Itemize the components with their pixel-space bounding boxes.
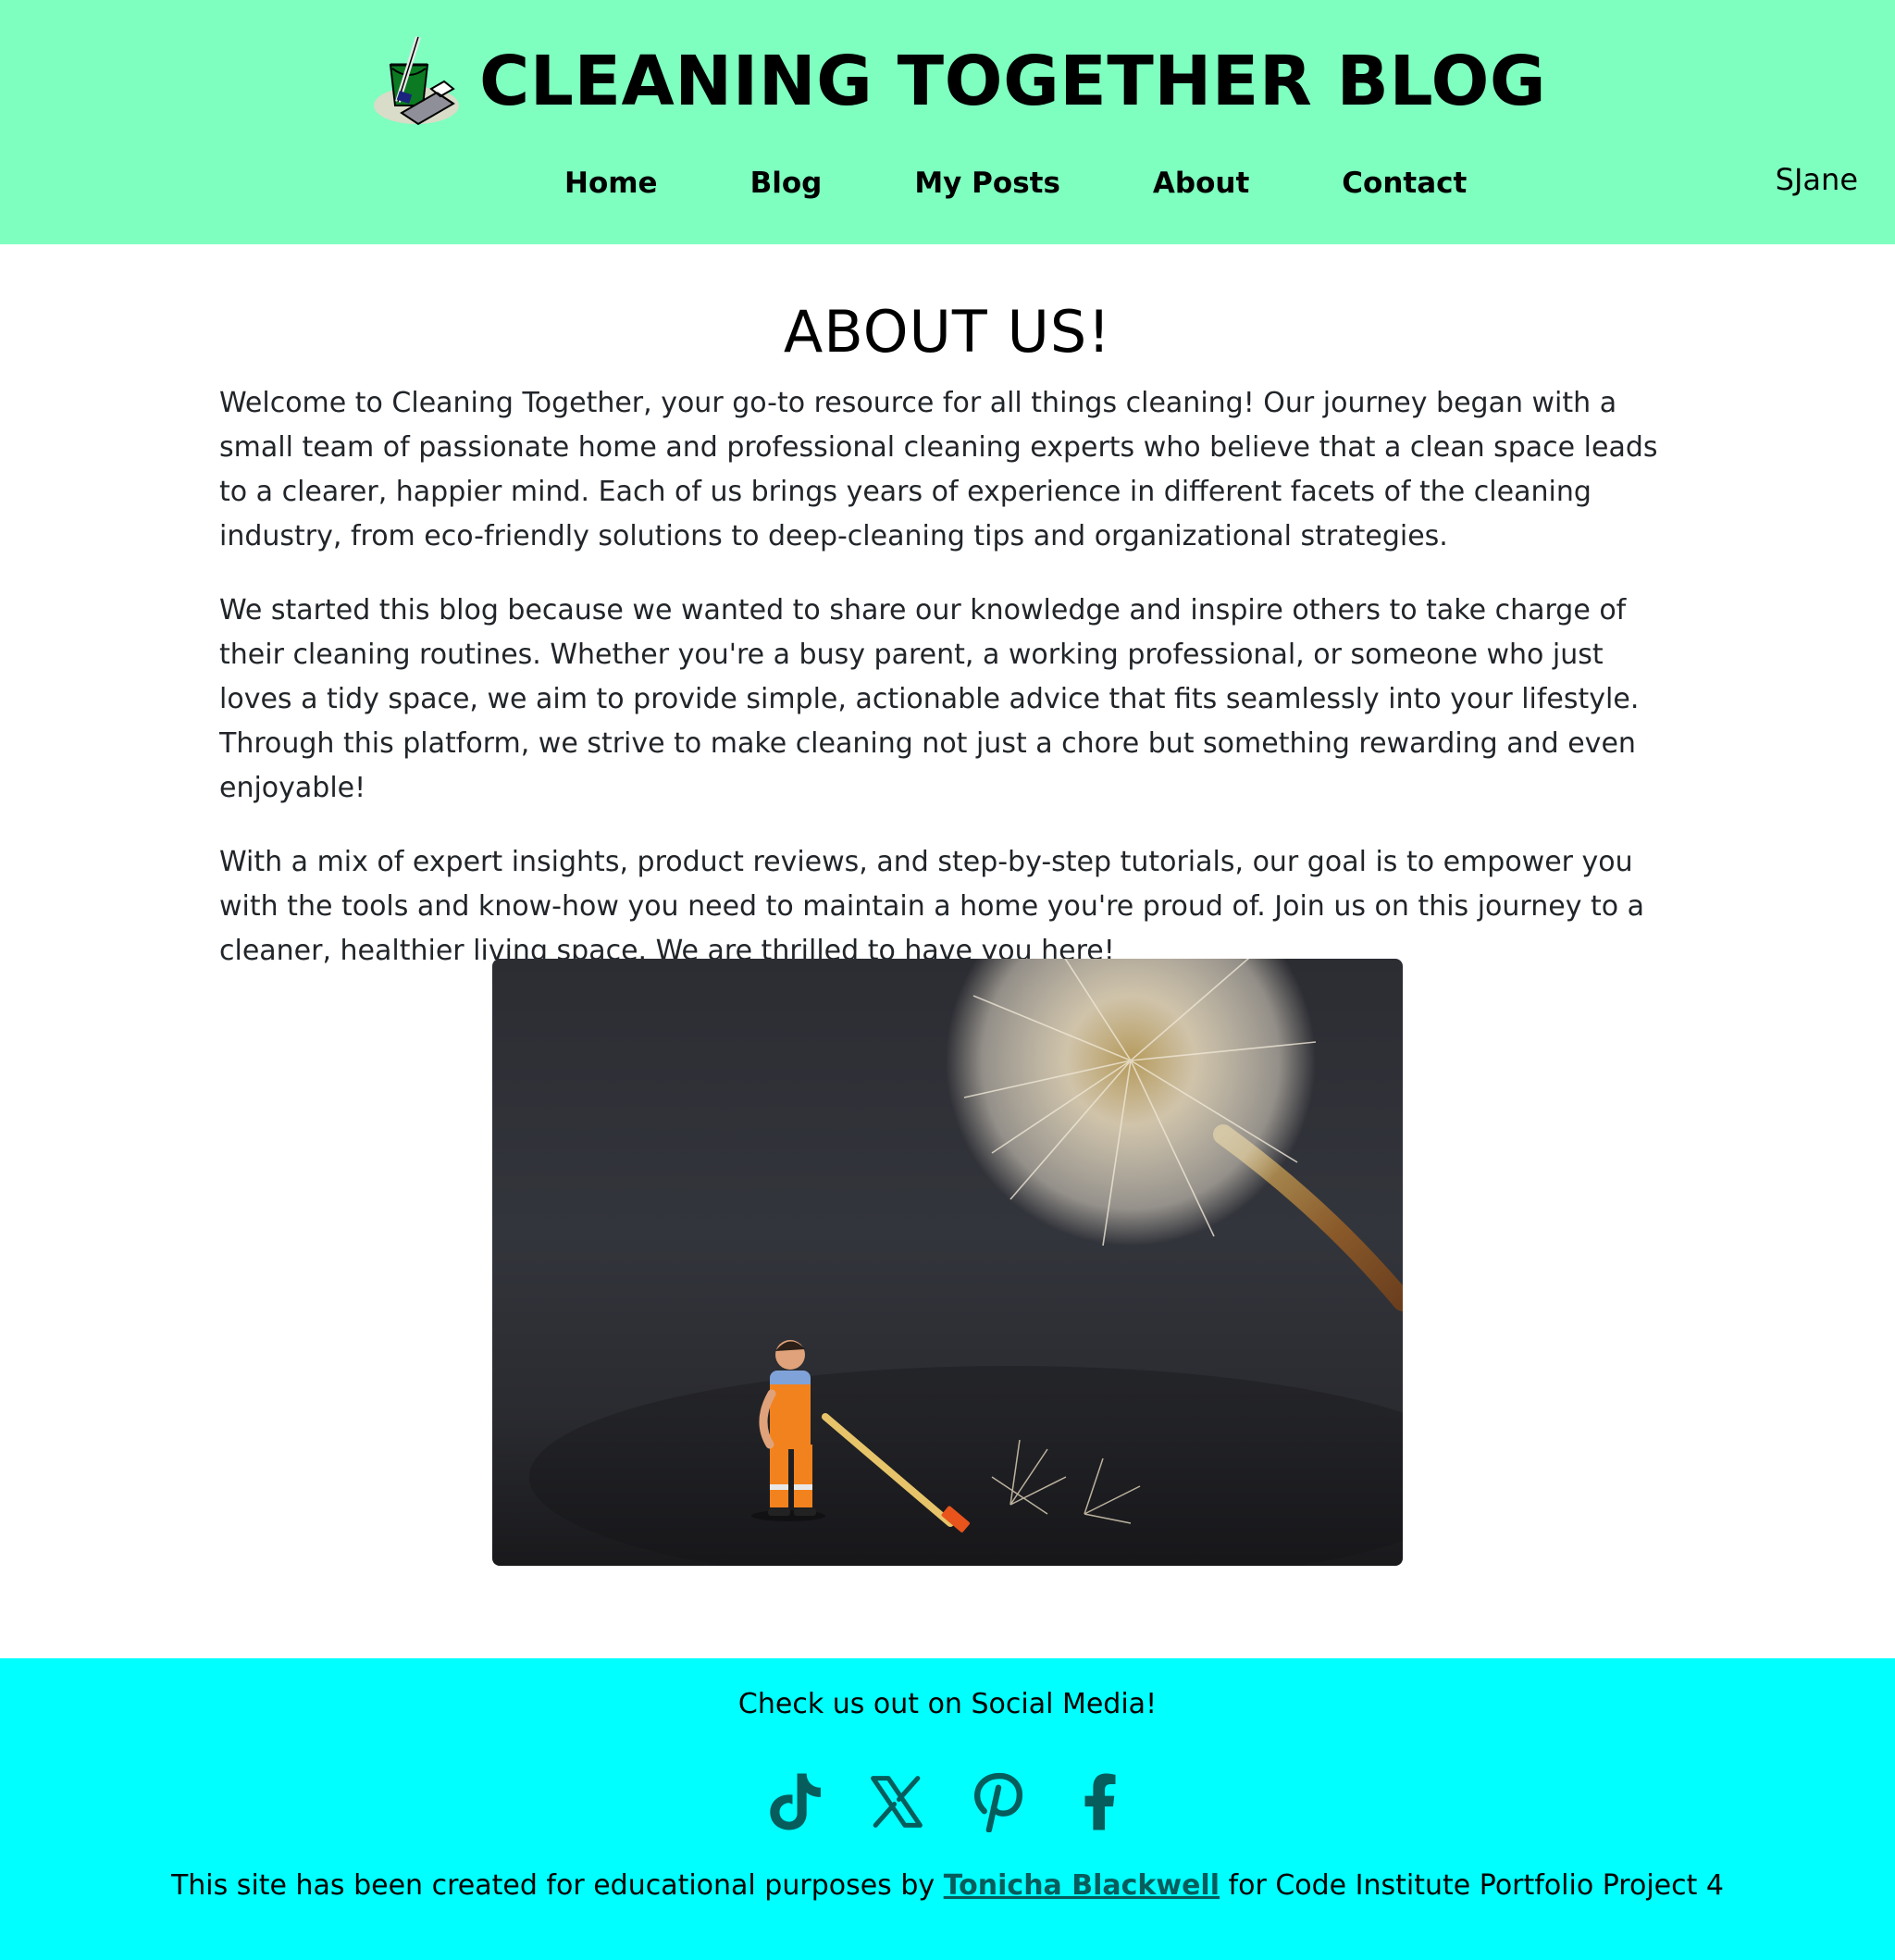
nav-blog-link[interactable]: Blog — [704, 167, 869, 200]
page-title: ABOUT US! — [783, 298, 1112, 366]
about-page-content: ABOUT US! Welcome to Cleaning Together, … — [0, 244, 1895, 1658]
nav-about-link[interactable]: About — [1107, 167, 1295, 200]
nav-my-posts-link[interactable]: My Posts — [868, 167, 1107, 200]
tiktok-link[interactable] — [766, 1769, 824, 1834]
x-link[interactable] — [868, 1769, 925, 1834]
x-icon — [871, 1776, 923, 1828]
about-text-section: Welcome to Cleaning Together, your go-to… — [219, 381, 1681, 1003]
credits-prefix: This site has been created for education… — [170, 1869, 944, 1902]
site-header: CLEANING TOGETHER BLOG Home Blog My Post… — [0, 0, 1895, 244]
bucket-mop-logo-icon — [374, 36, 459, 126]
main-nav: Home Blog My Posts About Contact — [518, 155, 1513, 211]
nav-home-link[interactable]: Home — [518, 167, 704, 200]
nav-contact-link[interactable]: Contact — [1295, 167, 1513, 200]
about-paragraph-2: We started this blog because we wanted t… — [219, 594, 1640, 804]
site-title: CLEANING TOGETHER BLOG — [479, 42, 1547, 121]
social-heading: Check us out on Social Media! — [737, 1688, 1158, 1720]
tiktok-icon — [770, 1773, 821, 1830]
social-links — [0, 1769, 1895, 1834]
brand-link[interactable]: CLEANING TOGETHER BLOG — [370, 33, 1546, 130]
sweeper-dandelion-image — [492, 959, 1403, 1566]
current-user-name: SJane — [1775, 162, 1858, 197]
credits-suffix: for Code Institute Portfolio Project 4 — [1220, 1869, 1725, 1902]
credits-text: This site has been created for education… — [0, 1869, 1895, 1902]
facebook-icon — [1084, 1773, 1116, 1830]
pinterest-icon — [973, 1772, 1023, 1832]
facebook-link[interactable] — [1071, 1769, 1129, 1834]
site-footer: Check us out on Social Media! This site … — [0, 1658, 1895, 1960]
about-paragraph-1: Welcome to Cleaning Together, your go-to… — [219, 387, 1658, 552]
author-link[interactable]: Tonicha Blackwell — [944, 1869, 1220, 1902]
pinterest-link[interactable] — [970, 1769, 1027, 1834]
about-paragraph-3: With a mix of expert insights, product r… — [219, 846, 1645, 967]
